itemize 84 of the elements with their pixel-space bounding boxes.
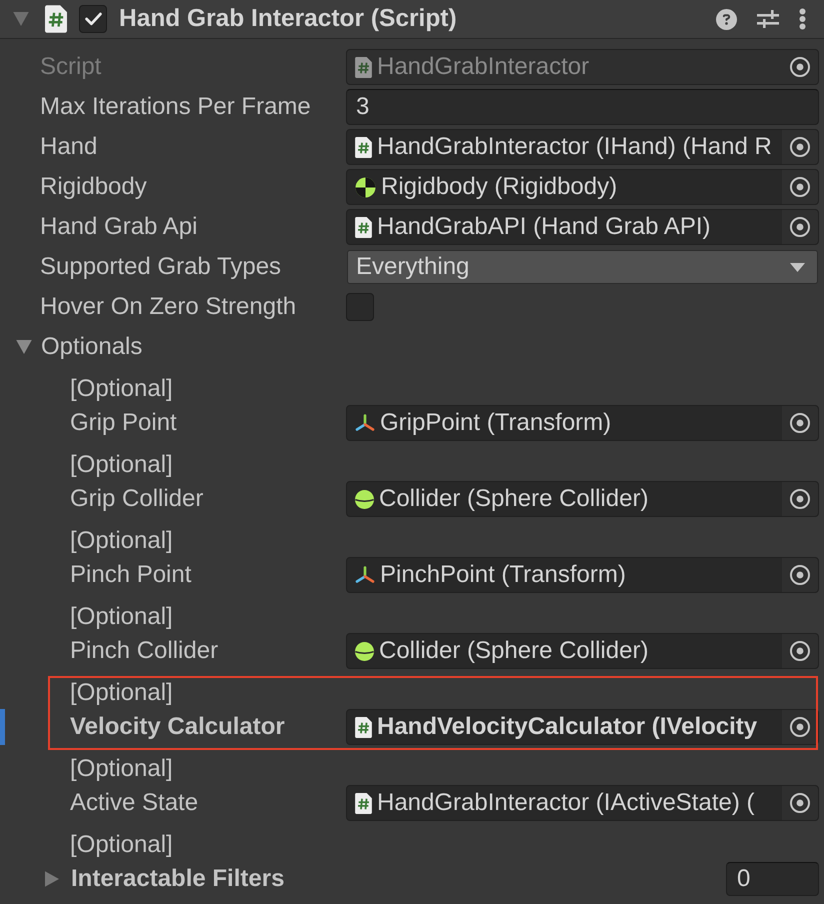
script-file-icon xyxy=(45,5,67,33)
object-field[interactable]: HandGrabAPI (Hand Grab API) xyxy=(346,209,819,245)
checkmark-icon xyxy=(84,12,102,26)
optional-note: [Optional] xyxy=(70,603,173,631)
object-field[interactable]: Collider (Sphere Collider) xyxy=(346,481,819,517)
field-label: Max Iterations Per Frame xyxy=(40,93,311,121)
foldout-triangle-icon[interactable] xyxy=(16,340,32,354)
target-icon xyxy=(790,793,810,813)
field-value: Collider (Sphere Collider) xyxy=(379,485,648,513)
field-value: Collider (Sphere Collider) xyxy=(379,637,648,665)
field-label: Supported Grab Types xyxy=(40,253,282,281)
component-title: Hand Grab Interactor (Script) xyxy=(119,5,457,33)
object-field[interactable]: Rigidbody (Rigidbody) xyxy=(346,169,819,205)
field-value: GripPoint (Transform) xyxy=(380,409,612,437)
field-value: HandGrabInteractor xyxy=(377,53,590,81)
target-icon xyxy=(790,641,810,661)
optional-note: [Optional] xyxy=(70,831,173,859)
script-file-icon xyxy=(355,792,372,814)
field-value: PinchPoint (Transform) xyxy=(380,561,626,589)
field-label: Velocity Calculator xyxy=(70,713,285,741)
script-file-icon xyxy=(355,216,372,238)
field-label: Hand xyxy=(40,133,98,161)
dropdown[interactable]: Everything xyxy=(347,250,818,284)
count-field[interactable]: 0 xyxy=(726,862,819,896)
field-label: Pinch Collider xyxy=(70,637,218,665)
field-label: Hand Grab Api xyxy=(40,213,198,241)
object-picker-button[interactable] xyxy=(782,406,818,440)
field-label: Pinch Point xyxy=(70,561,192,589)
target-icon xyxy=(790,489,810,509)
target-icon xyxy=(790,177,810,197)
sphere-icon xyxy=(355,490,374,508)
target-icon xyxy=(790,565,810,585)
list-label[interactable]: Interactable Filters xyxy=(71,865,284,893)
optional-note: [Optional] xyxy=(70,451,173,479)
target-icon xyxy=(790,717,810,737)
field-value: HandVelocityCalculator (IVelocity xyxy=(377,713,758,741)
field-label: Active State xyxy=(70,789,198,817)
object-picker-button[interactable] xyxy=(782,210,818,244)
target-icon xyxy=(790,217,810,237)
object-picker-button[interactable] xyxy=(782,786,818,820)
target-icon xyxy=(790,137,810,157)
optional-note: [Optional] xyxy=(70,679,173,707)
optional-note: [Optional] xyxy=(70,755,173,783)
object-picker-button[interactable] xyxy=(782,710,818,744)
axes-icon xyxy=(355,566,375,584)
field-label: Rigidbody xyxy=(40,173,147,201)
script-file-icon xyxy=(355,716,372,738)
enable-checkbox[interactable] xyxy=(79,5,107,33)
object-picker-button[interactable] xyxy=(782,558,818,592)
foldout-triangle-icon[interactable] xyxy=(45,871,59,887)
number-field[interactable]: 3 xyxy=(346,89,819,125)
field-label: Grip Collider xyxy=(70,485,204,513)
help-icon[interactable] xyxy=(716,8,737,30)
checkbox[interactable] xyxy=(346,293,374,321)
object-field[interactable]: Collider (Sphere Collider) xyxy=(346,633,819,669)
object-field[interactable]: PinchPoint (Transform) xyxy=(346,557,819,593)
target-icon xyxy=(790,57,810,77)
field-label: Grip Point xyxy=(70,409,177,437)
caret-icon xyxy=(790,262,805,272)
field-value: HandGrabAPI (Hand Grab API) xyxy=(377,213,710,241)
object-field[interactable]: HandGrabInteractor (IActiveState) ( xyxy=(346,785,819,821)
field-label: Script xyxy=(40,53,102,81)
field-value: HandGrabInteractor (IActiveState) ( xyxy=(377,789,754,817)
field-value: Rigidbody (Rigidbody) xyxy=(381,173,618,201)
rigidbody-icon xyxy=(355,176,376,198)
object-picker-button[interactable] xyxy=(782,634,818,668)
axes-icon xyxy=(355,414,375,432)
section-label[interactable]: Optionals xyxy=(41,333,142,361)
object-picker-button[interactable] xyxy=(782,130,818,164)
object-picker-button[interactable] xyxy=(782,482,818,516)
more-options-icon[interactable] xyxy=(799,8,806,30)
target-icon xyxy=(790,413,810,433)
object-field[interactable]: HandVelocityCalculator (IVelocity xyxy=(346,709,819,745)
object-field[interactable]: HandGrabInteractor (IHand) (Hand R xyxy=(346,129,819,165)
optional-note: [Optional] xyxy=(70,527,173,555)
script-file-icon xyxy=(355,56,372,78)
sphere-icon xyxy=(355,642,374,660)
object-picker-button[interactable] xyxy=(782,170,818,204)
sliders-icon[interactable] xyxy=(757,10,779,28)
script-file-icon xyxy=(355,136,372,158)
field-label: Hover On Zero Strength xyxy=(40,293,296,321)
optional-note: [Optional] xyxy=(70,375,173,403)
field-value: HandGrabInteractor (IHand) (Hand R xyxy=(377,133,772,161)
object-field[interactable]: GripPoint (Transform) xyxy=(346,405,819,441)
